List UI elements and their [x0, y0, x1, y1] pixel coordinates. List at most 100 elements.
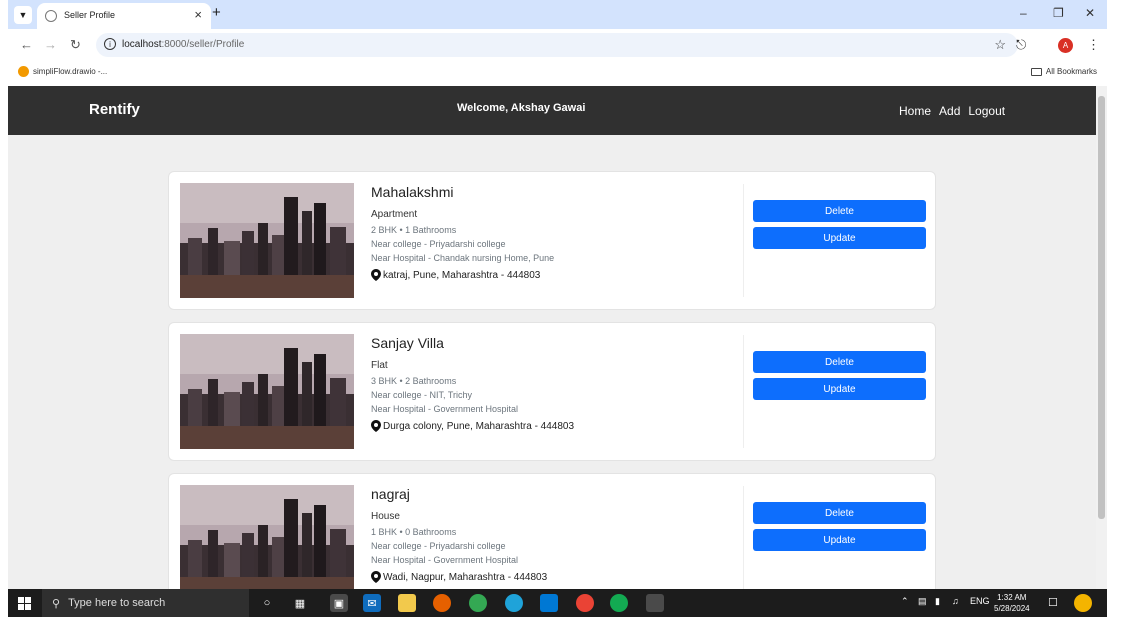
page-viewport: Rentify Welcome, Akshay Gawai Home Add L…: [8, 86, 1096, 589]
star-icon[interactable]: ☆: [994, 37, 1006, 53]
close-window-icon[interactable]: ✕: [1085, 6, 1095, 20]
tab-seller-profile[interactable]: Seller Profile ×: [37, 3, 211, 29]
close-icon[interactable]: ×: [194, 7, 202, 22]
language-indicator[interactable]: ENG: [970, 596, 990, 606]
chrome-profile-icon[interactable]: [576, 594, 594, 612]
vscode-icon[interactable]: [540, 594, 558, 612]
property-hospital: Near Hospital - Government Hospital: [371, 555, 519, 565]
nav-home-link[interactable]: Home: [899, 104, 931, 118]
location-text: katraj, Pune, Maharashtra - 444803: [383, 269, 541, 281]
listing-card: Mahalakshmi Apartment 2 BHK • 1 Bathroom…: [168, 171, 936, 310]
address-bar[interactable]: i localhost:8000/seller/Profile ☆: [96, 33, 1018, 57]
card-divider: [743, 184, 744, 297]
property-rooms: 3 BHK • 2 Bathrooms: [371, 376, 457, 386]
listing-details: Sanjay Villa Flat 3 BHK • 2 Bathrooms Ne…: [371, 335, 741, 432]
page-scrollbar[interactable]: [1096, 86, 1107, 589]
property-location: katraj, Pune, Maharashtra - 444803: [371, 269, 741, 281]
maximize-icon[interactable]: ❐: [1053, 6, 1064, 20]
forward-icon[interactable]: →: [44, 37, 57, 52]
battery-icon[interactable]: ▮: [935, 596, 940, 607]
bookmarks-bar: simpliFlow.drawio -... All Bookmarks: [8, 61, 1107, 86]
mail-icon[interactable]: ✉: [363, 594, 381, 612]
search-placeholder: Type here to search: [68, 597, 166, 609]
update-button[interactable]: Update: [753, 529, 926, 551]
browser-toolbar: ← → ↻ i localhost:8000/seller/Profile ☆: [8, 29, 1107, 61]
delete-button[interactable]: Delete: [753, 351, 926, 373]
chrome-icon[interactable]: [469, 594, 487, 612]
volume-icon[interactable]: ♫: [952, 596, 959, 606]
clock-date: 5/28/2024: [994, 604, 1030, 613]
nav-logout-link[interactable]: Logout: [968, 104, 1005, 118]
nav-add-link[interactable]: Add: [939, 104, 960, 118]
screen: ▼ Seller Profile × + – ❐ ✕ ← → ↻ i local…: [0, 0, 1135, 640]
delete-button[interactable]: Delete: [753, 502, 926, 524]
property-location: Wadi, Nagpur, Maharashtra - 444803: [371, 571, 741, 583]
location-pin-icon: [371, 420, 381, 432]
property-type: Apartment: [371, 209, 418, 220]
property-rooms: 2 BHK • 1 Bathrooms: [371, 225, 457, 235]
notification-icon[interactable]: ☐: [1048, 596, 1058, 609]
bookmark-label: simpliFlow.drawio -...: [33, 67, 108, 76]
minimize-icon[interactable]: –: [1020, 6, 1027, 20]
all-bookmarks-label: All Bookmarks: [1045, 67, 1097, 76]
update-button[interactable]: Update: [753, 227, 926, 249]
mongodb-compass-icon[interactable]: [610, 594, 628, 612]
property-image: [180, 334, 354, 449]
card-divider: [743, 486, 744, 589]
tab-search-icon[interactable]: ▼: [14, 6, 32, 24]
property-college: Near college - Priyadarshi college: [371, 239, 506, 249]
property-college: Near college - NIT, Trichy: [371, 390, 473, 400]
tray-chevron-icon[interactable]: ⌃: [901, 596, 909, 607]
reload-icon[interactable]: ↻: [70, 37, 81, 53]
avatar[interactable]: A: [1058, 38, 1073, 53]
property-name: Sanjay Villa: [371, 335, 444, 351]
nav-links: Home Add Logout: [899, 104, 1005, 118]
delete-button[interactable]: Delete: [753, 200, 926, 222]
chrome-active-icon[interactable]: [646, 594, 664, 612]
file-explorer-icon[interactable]: [398, 594, 416, 612]
network-icon[interactable]: ▤: [918, 596, 927, 607]
location-text: Durga colony, Pune, Maharashtra - 444803: [383, 420, 575, 432]
property-type: Flat: [371, 360, 388, 371]
brand-logo[interactable]: Rentify: [89, 101, 140, 118]
info-icon[interactable]: i: [104, 38, 116, 50]
all-bookmarks-button[interactable]: All Bookmarks: [1030, 67, 1097, 76]
cortana-icon[interactable]: ○: [258, 594, 276, 612]
browser-tabstrip: ▼ Seller Profile × + – ❐ ✕: [8, 0, 1107, 29]
search-icon: ⚲: [52, 597, 61, 610]
city-skyline-image: [180, 485, 354, 589]
welcome-text: Welcome, Akshay Gawai: [457, 102, 586, 114]
edge-icon[interactable]: [505, 594, 523, 612]
firefox-icon[interactable]: [433, 594, 451, 612]
taskbar-search[interactable]: ⚲ Type here to search: [42, 589, 249, 617]
windows-start-icon[interactable]: [18, 597, 31, 610]
property-name: nagraj: [371, 486, 410, 502]
update-button[interactable]: Update: [753, 378, 926, 400]
drawio-icon: [18, 66, 29, 77]
property-rooms: 1 BHK • 0 Bathrooms: [371, 527, 457, 537]
bookmark-item[interactable]: simpliFlow.drawio -...: [18, 66, 107, 77]
site-navbar: Rentify Welcome, Akshay Gawai Home Add L…: [8, 86, 1096, 135]
listing-card: nagraj House 1 BHK • 0 Bathrooms Near co…: [168, 473, 936, 589]
windows-taskbar: ⚲ Type here to search ○ ▦ ▣ ✉ ⌃ ▤ ▮ ♫ EN…: [8, 589, 1107, 617]
globe-icon: [45, 10, 57, 22]
tab-title: Seller Profile: [64, 10, 116, 20]
back-icon[interactable]: ←: [20, 37, 33, 52]
property-name: Mahalakshmi: [371, 184, 454, 200]
url-text: localhost:8000/seller/Profile: [122, 39, 245, 50]
scrollbar-thumb[interactable]: [1098, 96, 1105, 519]
task-view-icon[interactable]: ▦: [291, 594, 309, 612]
property-type: House: [371, 511, 400, 522]
store-icon[interactable]: ▣: [330, 594, 348, 612]
taskbar-clock[interactable]: 1:32 AM 5/28/2024: [994, 592, 1030, 614]
folder-icon: [1030, 67, 1042, 76]
card-divider: [743, 335, 744, 448]
new-tab-button[interactable]: +: [212, 4, 221, 21]
weather-icon[interactable]: [1074, 594, 1092, 612]
city-skyline-image: [180, 183, 354, 298]
menu-icon[interactable]: ⋮: [1087, 37, 1100, 53]
listing-details: Mahalakshmi Apartment 2 BHK • 1 Bathroom…: [371, 184, 741, 281]
city-skyline-image: [180, 334, 354, 449]
property-location: Durga colony, Pune, Maharashtra - 444803: [371, 420, 741, 432]
extensions-icon[interactable]: ⎋: [1016, 37, 1026, 53]
